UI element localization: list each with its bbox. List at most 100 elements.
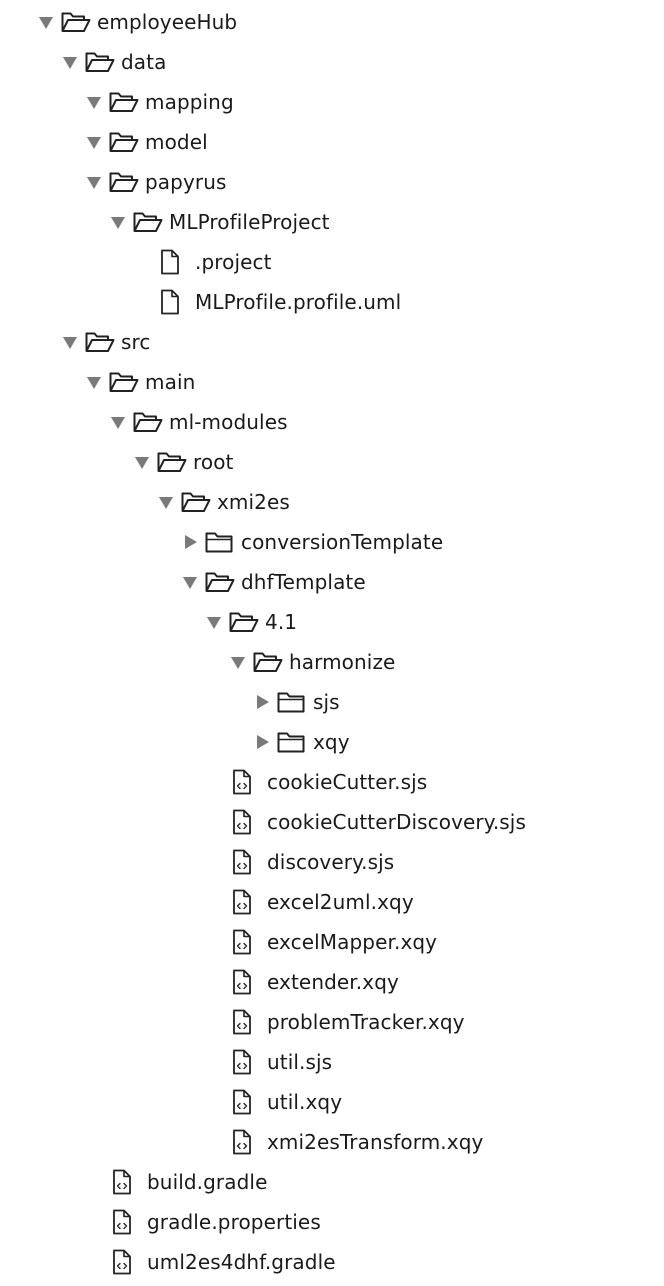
folder-closed-icon [277, 729, 307, 755]
tree-item-label: conversionTemplate [241, 530, 444, 554]
disclosure-triangle-expanded-icon[interactable] [157, 492, 175, 512]
tree-item-cookiecutterdiscovery-sjs[interactable]: cookieCutterDiscovery.sjs [0, 802, 664, 842]
code-file-icon [229, 809, 261, 835]
disclosure-triangle-expanded-icon[interactable] [109, 412, 127, 432]
disclosure-triangle-expanded-icon[interactable] [133, 452, 151, 472]
tree-item-sjs[interactable]: sjs [0, 682, 664, 722]
tree-item-label: xmi2es [217, 490, 290, 514]
folder-open-icon [109, 369, 139, 395]
tree-item-model[interactable]: model [0, 122, 664, 162]
folder-open-icon [109, 129, 139, 155]
tree-item-label: xqy [313, 730, 350, 754]
tree-item-excelmapper-xqy[interactable]: excelMapper.xqy [0, 922, 664, 962]
disclosure-triangle-expanded-icon[interactable] [85, 372, 103, 392]
tree-item-util-sjs[interactable]: util.sjs [0, 1042, 664, 1082]
file-icon [157, 289, 189, 315]
code-file-icon [109, 1209, 141, 1235]
disclosure-triangle-expanded-icon[interactable] [37, 12, 55, 32]
tree-item-uml2es4dhf-gradle[interactable]: uml2es4dhf.gradle [0, 1242, 664, 1282]
tree-item-src[interactable]: src [0, 322, 664, 362]
tree-item-label: MLProfile.profile.uml [195, 290, 402, 314]
tree-item-xmi2es[interactable]: xmi2es [0, 482, 664, 522]
tree-item-ml-modules[interactable]: ml-modules [0, 402, 664, 442]
tree-item-employeehub[interactable]: employeeHub [0, 2, 664, 42]
tree-item-data[interactable]: data [0, 42, 664, 82]
disclosure-triangle-expanded-icon[interactable] [205, 612, 223, 632]
tree-item-xmi2estransform-xqy[interactable]: xmi2esTransform.xqy [0, 1122, 664, 1162]
tree-item-problemtracker-xqy[interactable]: problemTracker.xqy [0, 1002, 664, 1042]
tree-item-label: util.sjs [267, 1050, 333, 1074]
tree-item-label: MLProfileProject [169, 210, 330, 234]
tree-item-mlprofile-profile-uml[interactable]: MLProfile.profile.uml [0, 282, 664, 322]
tree-item-label: extender.xqy [267, 970, 399, 994]
disclosure-triangle-expanded-icon[interactable] [229, 652, 247, 672]
tree-item-harmonize[interactable]: harmonize [0, 642, 664, 682]
tree-item-label: uml2es4dhf.gradle [147, 1250, 336, 1274]
folder-open-icon [229, 609, 259, 635]
tree-item-cookiecutter-sjs[interactable]: cookieCutter.sjs [0, 762, 664, 802]
code-file-icon [229, 1089, 261, 1115]
tree-item-excel2uml-xqy[interactable]: excel2uml.xqy [0, 882, 664, 922]
disclosure-triangle-expanded-icon[interactable] [61, 52, 79, 72]
folder-closed-icon [277, 689, 307, 715]
disclosure-triangle-expanded-icon[interactable] [85, 92, 103, 112]
disclosure-triangle-expanded-icon[interactable] [61, 332, 79, 352]
tree-item-main[interactable]: main [0, 362, 664, 402]
folder-open-icon [205, 569, 235, 595]
tree-item-conversiontemplate[interactable]: conversionTemplate [0, 522, 664, 562]
tree-item-xqy[interactable]: xqy [0, 722, 664, 762]
disclosure-triangle-expanded-icon[interactable] [181, 572, 199, 592]
tree-item-4-1[interactable]: 4.1 [0, 602, 664, 642]
file-tree: employeeHub data mapping model papyrus MLProf… [0, 2, 664, 1282]
tree-item-mlprofileproject[interactable]: MLProfileProject [0, 202, 664, 242]
code-file-icon [109, 1169, 141, 1195]
tree-item-extender-xqy[interactable]: extender.xqy [0, 962, 664, 1002]
tree-item-label: mapping [145, 90, 234, 114]
tree-item-discovery-sjs[interactable]: discovery.sjs [0, 842, 664, 882]
tree-item-label: papyrus [145, 170, 227, 194]
disclosure-triangle-collapsed-icon[interactable] [181, 532, 199, 552]
tree-item-papyrus[interactable]: papyrus [0, 162, 664, 202]
tree-item-mapping[interactable]: mapping [0, 82, 664, 122]
tree-item-label: ml-modules [169, 410, 288, 434]
folder-open-icon [157, 449, 187, 475]
tree-item-gradle-properties[interactable]: gradle.properties [0, 1202, 664, 1242]
disclosure-triangle-collapsed-icon[interactable] [253, 732, 271, 752]
tree-item-label: 4.1 [265, 610, 298, 634]
code-file-icon [229, 969, 261, 995]
tree-item-label: discovery.sjs [267, 850, 395, 874]
folder-open-icon [109, 169, 139, 195]
folder-open-icon [85, 329, 115, 355]
tree-item-label: gradle.properties [147, 1210, 321, 1234]
disclosure-triangle-expanded-icon[interactable] [85, 172, 103, 192]
tree-item-dhftemplate[interactable]: dhfTemplate [0, 562, 664, 602]
code-file-icon [229, 1049, 261, 1075]
tree-item-project[interactable]: .project [0, 242, 664, 282]
disclosure-triangle-expanded-icon[interactable] [85, 132, 103, 152]
tree-item-label: sjs [313, 690, 340, 714]
disclosure-triangle-collapsed-icon[interactable] [253, 692, 271, 712]
tree-item-label: .project [195, 250, 272, 274]
tree-item-root[interactable]: root [0, 442, 664, 482]
tree-item-label: src [121, 330, 151, 354]
tree-item-label: model [145, 130, 208, 154]
tree-item-util-xqy[interactable]: util.xqy [0, 1082, 664, 1122]
tree-item-label: data [121, 50, 167, 74]
folder-open-icon [253, 649, 283, 675]
tree-item-build-gradle[interactable]: build.gradle [0, 1162, 664, 1202]
tree-item-label: build.gradle [147, 1170, 268, 1194]
folder-open-icon [85, 49, 115, 75]
disclosure-triangle-expanded-icon[interactable] [109, 212, 127, 232]
